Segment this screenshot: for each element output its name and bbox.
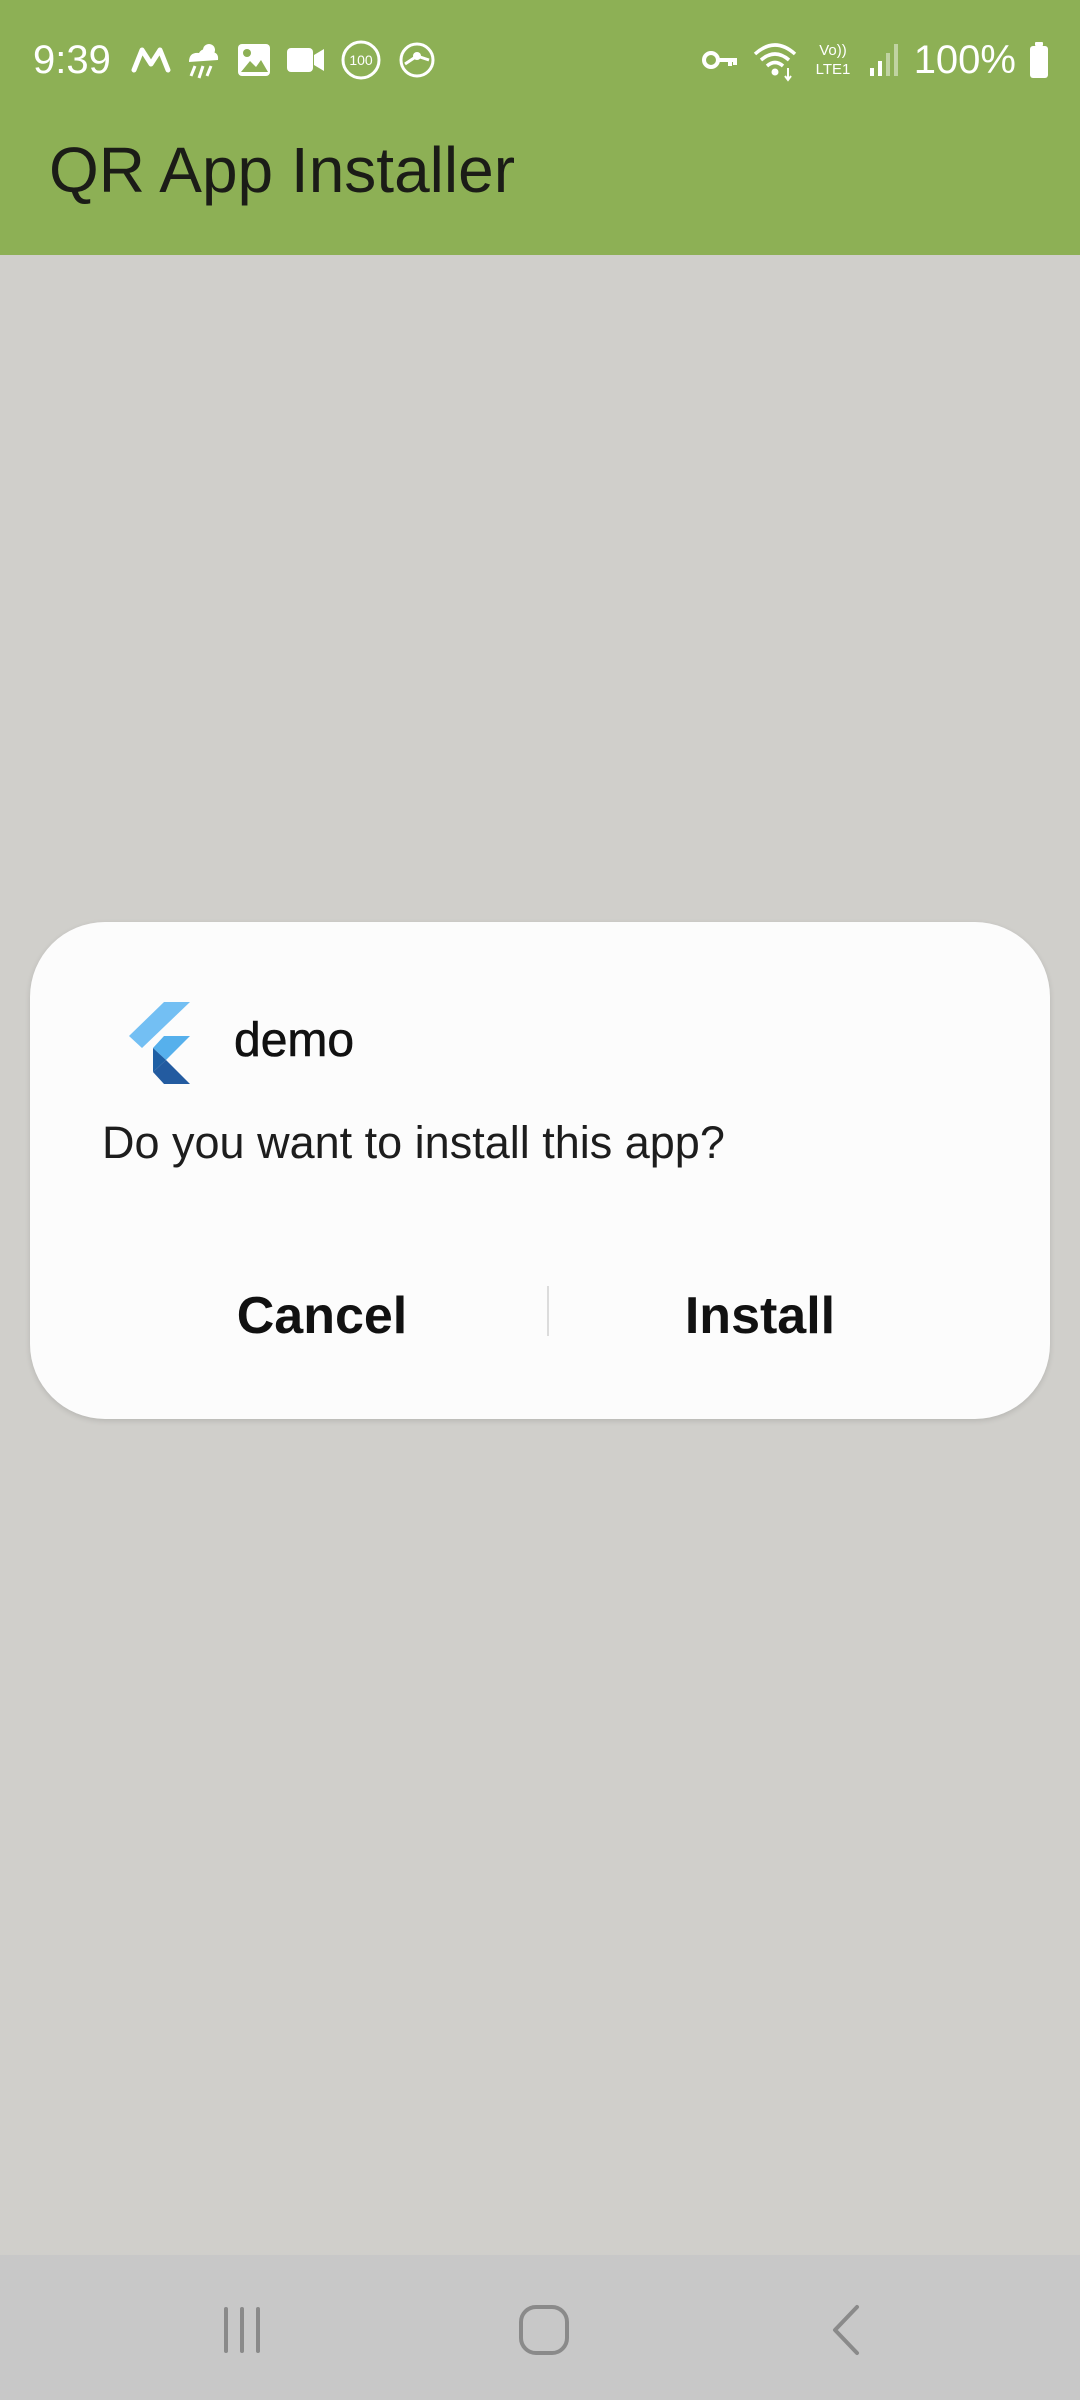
weather-icon bbox=[183, 38, 223, 82]
sync-icon bbox=[395, 38, 439, 82]
recents-icon bbox=[224, 2307, 260, 2353]
signal-icon bbox=[868, 38, 902, 82]
status-time: 9:39 bbox=[33, 37, 111, 82]
counter-badge-text: 100 bbox=[349, 52, 373, 68]
volte-bottom-text: LTE1 bbox=[815, 61, 850, 78]
back-button[interactable] bbox=[812, 2295, 882, 2365]
battery-icon bbox=[1028, 38, 1050, 82]
app-header: 9:39 100 Vo)) LTE1 100% QR App Installer bbox=[0, 0, 1080, 255]
recents-button[interactable] bbox=[207, 2295, 277, 2365]
home-button[interactable] bbox=[509, 2295, 579, 2365]
status-left: 9:39 100 bbox=[33, 33, 439, 87]
vpn-key-icon bbox=[700, 38, 740, 82]
app-name: demo bbox=[234, 1013, 355, 1067]
install-button[interactable]: Install bbox=[540, 1262, 980, 1370]
status-bar: 9:39 100 Vo)) LTE1 100% bbox=[0, 0, 1080, 120]
navigation-bar bbox=[0, 2255, 1080, 2400]
dialog-header: demo bbox=[112, 994, 354, 1086]
status-right: Vo)) LTE1 100% bbox=[700, 33, 1050, 87]
home-icon bbox=[519, 2305, 569, 2355]
cancel-button[interactable]: Cancel bbox=[102, 1262, 542, 1370]
volte-icon: Vo)) LTE1 bbox=[810, 38, 856, 82]
install-dialog: demo Do you want to install this app? Ca… bbox=[30, 922, 1050, 1419]
video-icon bbox=[285, 38, 327, 82]
counter-100-icon: 100 bbox=[339, 38, 383, 82]
back-icon bbox=[833, 2305, 859, 2355]
wifi-icon bbox=[752, 38, 798, 82]
battery-percent: 100% bbox=[913, 37, 1016, 82]
dialog-buttons: Cancel Install bbox=[30, 1262, 1050, 1370]
m-logo-icon bbox=[131, 38, 171, 82]
gallery-icon bbox=[235, 38, 273, 82]
page-title: QR App Installer bbox=[49, 134, 515, 206]
volte-top-text: Vo)) bbox=[819, 42, 847, 59]
dialog-message: Do you want to install this app? bbox=[102, 1117, 725, 1168]
flutter-app-icon bbox=[129, 1002, 190, 1084]
